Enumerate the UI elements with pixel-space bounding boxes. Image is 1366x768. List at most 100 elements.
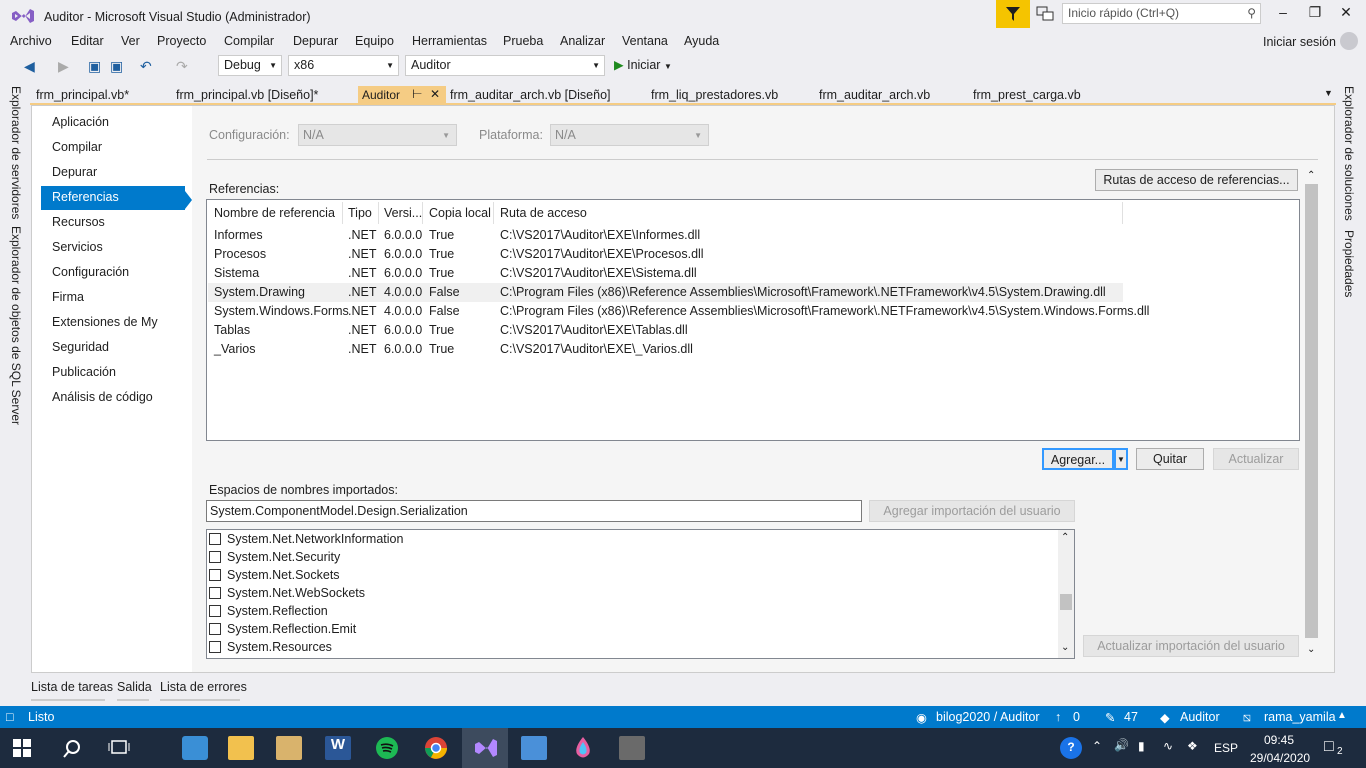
- reference-paths-button[interactable]: Rutas de acceso de referencias...: [1095, 169, 1298, 191]
- pencil-icon[interactable]: ✎: [1105, 710, 1115, 725]
- chevron-down-icon[interactable]: ⌄: [1307, 644, 1315, 655]
- checkbox[interactable]: [209, 587, 221, 599]
- nav-firma[interactable]: Firma: [41, 286, 191, 310]
- help-icon[interactable]: ?: [1060, 737, 1082, 759]
- feedback-icon[interactable]: [1036, 6, 1054, 22]
- col-header-path[interactable]: Ruta de acceso: [500, 206, 587, 220]
- error-list-tab[interactable]: Lista de errores: [160, 680, 247, 694]
- add-user-import-button[interactable]: Agregar importación del usuario: [869, 500, 1075, 522]
- column-divider[interactable]: [378, 202, 379, 224]
- close-icon[interactable]: ✕: [430, 87, 440, 101]
- close-button[interactable]: ✕: [1331, 4, 1361, 24]
- notification-center-icon[interactable]: □: [1324, 738, 1334, 756]
- chevron-up-icon[interactable]: ⌃: [1092, 739, 1102, 753]
- clock-date[interactable]: 29/04/2020: [1250, 751, 1310, 765]
- scrollbar-thumb[interactable]: [1060, 594, 1072, 610]
- volume-icon[interactable]: 🔊: [1114, 738, 1129, 752]
- solution-explorer-tab[interactable]: Explorador de soluciones: [1342, 86, 1356, 221]
- solution-platform-dropdown[interactable]: x86 ▼: [288, 55, 399, 76]
- paint-icon[interactable]: [570, 736, 596, 760]
- file-explorer-icon[interactable]: [228, 736, 254, 760]
- repo-icon[interactable]: ◆: [1160, 710, 1170, 725]
- nav-analisis-de-codigo[interactable]: Análisis de código: [41, 386, 191, 410]
- checkbox[interactable]: [209, 623, 221, 635]
- photos-icon[interactable]: [521, 736, 547, 760]
- repository-label[interactable]: bilog2020 / Auditor: [936, 710, 1040, 724]
- nav-aplicacion[interactable]: Aplicación: [41, 111, 191, 135]
- menu-prueba[interactable]: Prueba: [503, 34, 543, 48]
- menu-ver[interactable]: Ver: [121, 34, 140, 48]
- output-tab[interactable]: Salida: [117, 680, 152, 694]
- menu-compilar[interactable]: Compilar: [224, 34, 274, 48]
- chevron-up-icon[interactable]: ⌃: [1307, 170, 1315, 181]
- table-row[interactable]: System.Windows.Forms .NET 4.0.0.0 False C:\P…: [208, 302, 1149, 321]
- checkbox[interactable]: [209, 605, 221, 617]
- save-icon[interactable]: ▣: [88, 58, 101, 75]
- nav-seguridad[interactable]: Seguridad: [41, 336, 191, 360]
- tab-frm-auditar-arch[interactable]: frm_auditar_arch.vb: [813, 86, 936, 104]
- list-item[interactable]: System.Net.Security: [208, 548, 1048, 566]
- project-label[interactable]: Auditor: [1180, 710, 1220, 724]
- nav-recursos[interactable]: Recursos: [41, 211, 191, 235]
- tab-frm-prest-carga[interactable]: frm_prest_carga.vb: [967, 86, 1087, 104]
- tab-frm-principal-design[interactable]: frm_principal.vb [Diseño]*: [170, 86, 324, 104]
- solution-configuration-dropdown[interactable]: Debug ▼: [218, 55, 282, 76]
- list-item[interactable]: System.Resources: [208, 638, 1048, 656]
- namespace-input[interactable]: System.ComponentModel.Design.Serializati…: [206, 500, 862, 522]
- nav-depurar[interactable]: Depurar: [41, 161, 191, 185]
- menu-editar[interactable]: Editar: [71, 34, 104, 48]
- list-item[interactable]: System.Net.NetworkInformation: [208, 530, 1048, 548]
- tab-frm-liq-prestadores[interactable]: frm_liq_prestadores.vb: [645, 86, 784, 104]
- avatar[interactable]: [1340, 32, 1358, 50]
- nav-configuracion[interactable]: Configuración: [41, 261, 191, 285]
- battery-icon[interactable]: ▮: [1138, 739, 1145, 753]
- notification-filter-icon[interactable]: [996, 0, 1030, 28]
- chevron-up-icon[interactable]: ▲: [1337, 710, 1347, 721]
- table-row[interactable]: Informes .NET 6.0.0.0 True C:\VS2017\Auditor…: [208, 226, 1123, 245]
- checkbox[interactable]: [209, 533, 221, 545]
- calculator-icon[interactable]: [619, 736, 645, 760]
- minimize-button[interactable]: –: [1268, 4, 1298, 24]
- app-icon-tools[interactable]: [276, 736, 302, 760]
- menu-proyecto[interactable]: Proyecto: [157, 34, 206, 48]
- column-divider[interactable]: [1122, 202, 1123, 224]
- app-icon-1[interactable]: [182, 736, 208, 760]
- tab-overflow-icon[interactable]: ▼: [1324, 88, 1333, 98]
- checkbox[interactable]: [209, 641, 221, 653]
- clock-time[interactable]: 09:45: [1264, 733, 1294, 747]
- menu-analizar[interactable]: Analizar: [560, 34, 605, 48]
- list-item[interactable]: System.Net.WebSockets: [208, 584, 1048, 602]
- wifi-icon[interactable]: ∿: [1163, 739, 1173, 753]
- word-icon[interactable]: W: [325, 736, 351, 760]
- table-row[interactable]: Procesos .NET 6.0.0.0 True C:\VS2017\Auditor…: [208, 245, 1123, 264]
- column-divider[interactable]: [422, 202, 423, 224]
- update-reference-button[interactable]: Actualizar: [1213, 448, 1299, 470]
- configuration-dropdown[interactable]: N/A ▼: [298, 124, 457, 146]
- start-debug-button[interactable]: ▶ Iniciar ▼: [614, 57, 672, 72]
- output-window-icon[interactable]: □: [6, 710, 14, 724]
- nav-publicacion[interactable]: Publicación: [41, 361, 191, 385]
- chevron-up-icon[interactable]: ⌃: [1061, 532, 1069, 543]
- checkbox[interactable]: [209, 569, 221, 581]
- back-icon[interactable]: ◀: [24, 58, 35, 75]
- visual-studio-icon[interactable]: [472, 736, 498, 760]
- undo-icon[interactable]: ↶: [140, 58, 152, 75]
- startup-project-dropdown[interactable]: Auditor ▼: [405, 55, 605, 76]
- update-user-import-button[interactable]: Actualizar importación del usuario: [1083, 635, 1299, 657]
- restore-button[interactable]: ❐: [1300, 4, 1330, 24]
- add-reference-button[interactable]: Agregar...: [1042, 448, 1114, 470]
- quick-launch-input[interactable]: Inicio rápido (Ctrl+Q) ⚲: [1062, 3, 1261, 24]
- github-icon[interactable]: ◉: [916, 710, 927, 725]
- menu-archivo[interactable]: Archivo: [10, 34, 52, 48]
- server-explorer-tab[interactable]: Explorador de servidores: [9, 86, 23, 219]
- tab-auditor[interactable]: Auditor ⊢ ✕: [358, 86, 446, 104]
- branch-icon[interactable]: ⧅: [1243, 710, 1251, 725]
- menu-ventana[interactable]: Ventana: [622, 34, 668, 48]
- table-row[interactable]: System.Drawing .NET 4.0.0.0 False C:\Program…: [208, 283, 1123, 302]
- sql-object-explorer-tab[interactable]: Explorador de objetos de SQL Server: [9, 226, 23, 425]
- table-row[interactable]: Tablas .NET 6.0.0.0 True C:\VS2017\Auditor\E…: [208, 321, 1123, 340]
- add-reference-dropdown[interactable]: ▼: [1114, 448, 1128, 470]
- nav-compilar[interactable]: Compilar: [41, 136, 191, 160]
- tab-frm-auditar-arch-design[interactable]: frm_auditar_arch.vb [Diseño]: [444, 86, 617, 104]
- language-indicator[interactable]: ESP: [1214, 741, 1238, 755]
